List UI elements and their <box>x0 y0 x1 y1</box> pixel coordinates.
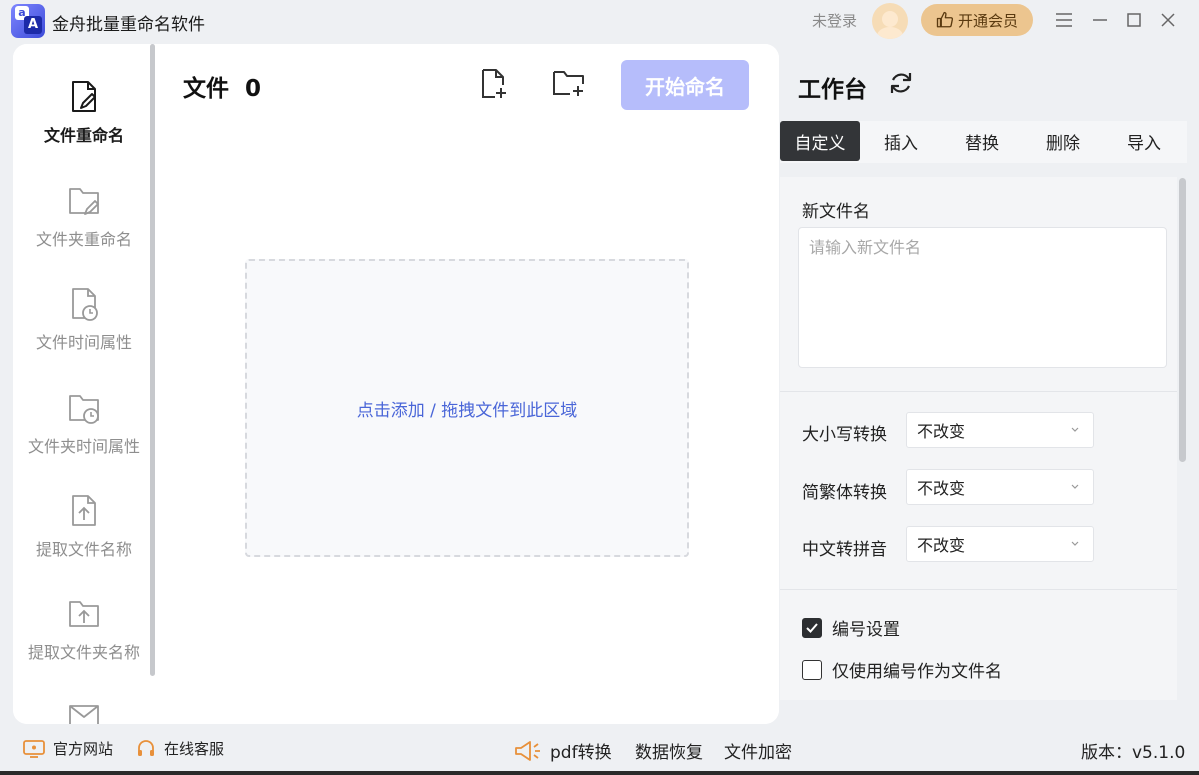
tab-delete[interactable]: 删除 <box>1023 121 1103 161</box>
version-label: 版本：v5.1.0 <box>1081 743 1186 763</box>
pinyin-select-value: 不改变 <box>917 536 966 555</box>
chevron-down-icon <box>1071 484 1079 489</box>
add-file-icon <box>482 69 506 98</box>
numbering-label: 编号设置 <box>832 620 900 640</box>
menu-icon[interactable] <box>1052 8 1076 32</box>
main-panel: 文件重命名 文件夹重命名 文件时间属性 文件夹时间属性 提取文件名称 提取文件夹… <box>13 44 779 724</box>
numbering-checkbox[interactable] <box>802 617 822 638</box>
megaphone-icon <box>515 740 540 761</box>
sidebar-item-folder-rename[interactable]: 文件夹重命名 <box>13 184 155 274</box>
numbering-option[interactable]: 编号设置 <box>802 615 900 640</box>
maximize-icon[interactable] <box>1122 8 1146 32</box>
sidebar-item-label: 文件重命名 <box>43 126 124 145</box>
close-icon[interactable] <box>1156 8 1180 32</box>
file-encrypt-link[interactable]: 文件加密 <box>724 738 792 763</box>
new-name-label: 新文件名 <box>802 202 870 222</box>
traditional-label: 简繁体转换 <box>802 483 887 503</box>
sidebar-item-label: 提取文件夹名称 <box>27 643 140 662</box>
file-count: 0 <box>245 76 262 102</box>
sidebar-item-label: 文件夹时间属性 <box>27 437 140 456</box>
tab-import[interactable]: 导入 <box>1104 121 1184 161</box>
pdf-convert-link[interactable]: pdf转换 <box>514 738 612 763</box>
sidebar-item-file-rename[interactable]: 文件重命名 <box>13 80 155 170</box>
pinyin-select[interactable]: 不改变 <box>906 526 1094 562</box>
add-folder-button[interactable] <box>552 68 584 100</box>
only-number-option[interactable]: 仅使用编号作为文件名 <box>802 657 1002 682</box>
login-status-link[interactable]: 未登录 <box>812 10 857 31</box>
file-upload-icon <box>72 495 96 526</box>
traditional-select-value: 不改变 <box>917 479 966 498</box>
case-select-value: 不改变 <box>917 422 966 441</box>
check-icon <box>806 622 818 633</box>
workbench-tabs: 自定义 插入 替换 删除 导入 <box>780 121 1187 163</box>
folder-edit-icon <box>69 188 99 215</box>
file-clock-icon <box>72 288 98 321</box>
folder-clock-icon <box>69 395 99 424</box>
tab-insert[interactable]: 插入 <box>861 121 941 161</box>
traditional-select[interactable]: 不改变 <box>906 469 1094 505</box>
official-website-link[interactable]: 官方网站 <box>23 738 113 759</box>
only-number-label: 仅使用编号作为文件名 <box>832 662 1002 682</box>
file-dropzone[interactable]: 点击添加 / 拖拽文件到此区域 <box>245 259 689 557</box>
settings-scrollbar[interactable] <box>1179 178 1186 462</box>
data-recovery-link[interactable]: 数据恢复 <box>635 738 703 763</box>
sidebar-item-label: 文件时间属性 <box>35 333 132 352</box>
footer-bar: 官方网站 在线客服 pdf转换 数据恢复 文件加密 版本：v5.1.0 <box>0 730 1199 770</box>
headset-icon <box>138 739 154 756</box>
chevron-down-icon <box>1071 541 1079 546</box>
title-bar: a A 金舟批量重命名软件 未登录 开通会员 <box>0 0 1199 40</box>
only-number-checkbox[interactable] <box>802 659 822 680</box>
sidebar-item-more[interactable] <box>13 700 155 724</box>
tab-replace[interactable]: 替换 <box>942 121 1022 161</box>
vip-button[interactable]: 开通会员 <box>921 4 1033 36</box>
divider <box>780 391 1177 392</box>
app-title: 金舟批量重命名软件 <box>52 15 205 35</box>
case-label: 大小写转换 <box>802 425 887 445</box>
sidebar-item-folder-time[interactable]: 文件夹时间属性 <box>13 391 155 481</box>
settings-panel: 新文件名 大小写转换 不改变 简繁体转换 不改变 中文转拼音 不改变 编号设置 … <box>780 177 1177 700</box>
case-select[interactable]: 不改变 <box>906 412 1094 448</box>
sidebar-item-extract-folder[interactable]: 提取文件夹名称 <box>13 597 155 687</box>
minimize-icon[interactable] <box>1088 8 1112 32</box>
online-support-link[interactable]: 在线客服 <box>136 738 224 759</box>
tab-custom[interactable]: 自定义 <box>780 121 860 161</box>
sidebar-item-label: 文件夹重命名 <box>35 230 132 249</box>
app-logo-icon: a A <box>11 4 45 38</box>
sidebar-item-extract-file[interactable]: 提取文件名称 <box>13 494 155 584</box>
thumbs-up-icon <box>936 11 954 28</box>
pinyin-label: 中文转拼音 <box>802 540 887 560</box>
new-name-input[interactable] <box>798 227 1167 368</box>
sidebar-item-file-time[interactable]: 文件时间属性 <box>13 287 155 377</box>
mail-icon <box>69 705 99 724</box>
app-window: a A 金舟批量重命名软件 未登录 开通会员 文件重命名 文件夹重命名 文件时间… <box>0 0 1199 775</box>
workbench-title: 工作台 <box>798 77 867 103</box>
divider <box>780 589 1177 590</box>
add-file-button[interactable] <box>478 68 510 100</box>
sidebar: 文件重命名 文件夹重命名 文件时间属性 文件夹时间属性 提取文件名称 提取文件夹… <box>13 44 150 724</box>
file-edit-icon <box>72 81 96 112</box>
monitor-icon <box>23 739 45 758</box>
add-folder-icon <box>553 71 584 96</box>
bottom-edge <box>0 771 1199 775</box>
vip-button-label: 开通会员 <box>957 11 1018 30</box>
sidebar-item-label: 提取文件名称 <box>35 540 132 559</box>
file-list-area: 文件 0 开始命名 点击添加 / 拖拽文件到此区域 <box>155 44 779 724</box>
folder-upload-icon <box>69 601 99 627</box>
chevron-down-icon <box>1071 427 1079 432</box>
avatar[interactable] <box>872 3 908 39</box>
refresh-button[interactable] <box>889 70 913 96</box>
start-rename-button[interactable]: 开始命名 <box>621 60 749 110</box>
refresh-icon <box>890 73 912 93</box>
file-count-title: 文件 0 <box>183 76 262 102</box>
